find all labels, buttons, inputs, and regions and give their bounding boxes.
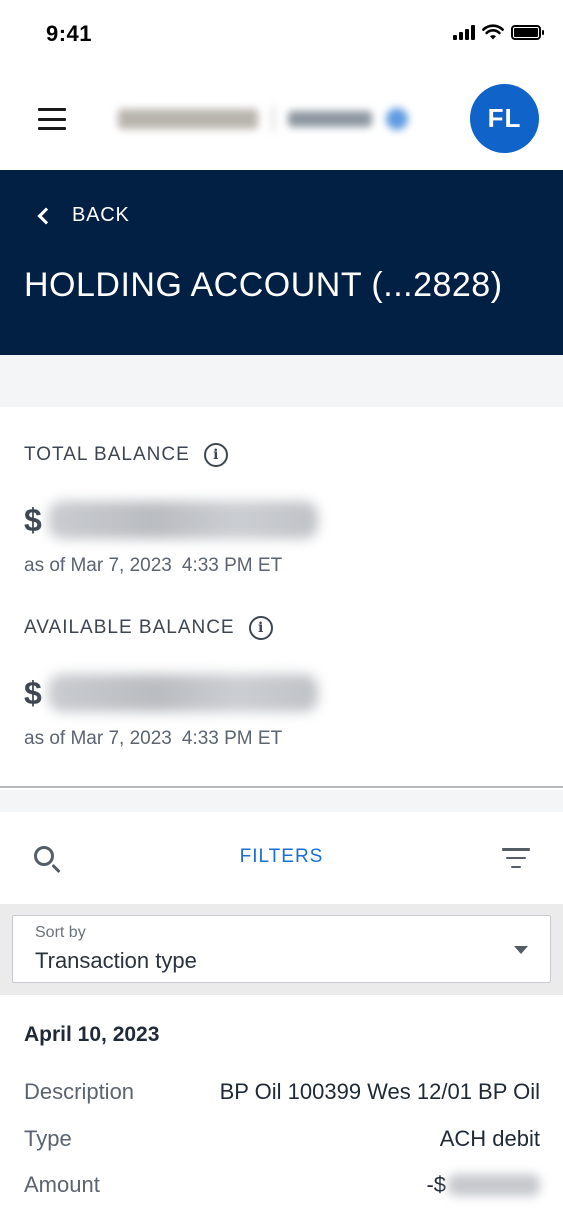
transaction-amount: -$	[426, 1172, 540, 1198]
total-balance-label: TOTAL BALANCE i	[24, 443, 228, 467]
chevron-left-icon	[37, 207, 55, 224]
transaction-row: Description BP Oil 100399 Wes 12/01 BP O…	[24, 1079, 540, 1104]
section-divider	[0, 355, 563, 407]
transaction-row: Type ACH debit	[24, 1126, 540, 1151]
status-bar: 9:41	[0, 0, 563, 70]
status-time: 9:41	[46, 21, 93, 46]
transactions-toolbar: FILTERS	[0, 812, 563, 904]
info-icon[interactable]: i	[203, 443, 228, 467]
available-balance-value: $	[24, 674, 318, 712]
wifi-icon	[482, 24, 504, 40]
filters-button[interactable]: FILTERS	[0, 846, 563, 868]
hamburger-menu-icon[interactable]	[38, 108, 66, 130]
available-balance-label: AVAILABLE BALANCE i	[24, 616, 273, 640]
total-balance-timestamp: as of Mar 7, 2023 4:33 PM ET	[24, 555, 283, 576]
battery-icon	[511, 24, 544, 40]
filter-icon[interactable]	[502, 848, 530, 868]
avatar[interactable]: FL	[470, 84, 539, 153]
available-balance-timestamp: as of Mar 7, 2023 4:33 PM ET	[24, 728, 283, 749]
redacted-amount	[47, 501, 318, 539]
sort-value: Transaction type	[35, 948, 197, 973]
back-label: BACK	[72, 204, 130, 226]
section-divider	[0, 790, 563, 812]
caret-down-icon	[514, 946, 528, 954]
sort-section: Sort by Transaction type	[0, 904, 563, 995]
brand-logo	[118, 103, 418, 135]
transaction-row: Amount -$	[24, 1172, 540, 1198]
transaction-item[interactable]: April 10, 2023 Description BP Oil 100399…	[0, 995, 563, 1218]
sort-label: Sort by	[35, 924, 86, 941]
status-icons	[453, 24, 544, 40]
transaction-date: April 10, 2023	[24, 1023, 160, 1046]
account-banner: BACK HOLDING ACCOUNT (...2828)	[0, 170, 563, 355]
redacted-amount	[448, 1174, 540, 1196]
info-icon[interactable]: i	[248, 616, 273, 640]
cellular-signal-icon	[453, 24, 475, 40]
sort-by-select[interactable]: Sort by Transaction type	[12, 915, 551, 983]
page-title: HOLDING ACCOUNT (...2828)	[24, 266, 503, 304]
redacted-amount	[47, 674, 318, 712]
balances-card: TOTAL BALANCE i $ as of Mar 7, 2023 4:33 …	[0, 407, 563, 788]
total-balance-value: $	[24, 501, 318, 539]
app-header: FL	[0, 70, 563, 170]
back-button[interactable]: BACK	[37, 204, 130, 227]
